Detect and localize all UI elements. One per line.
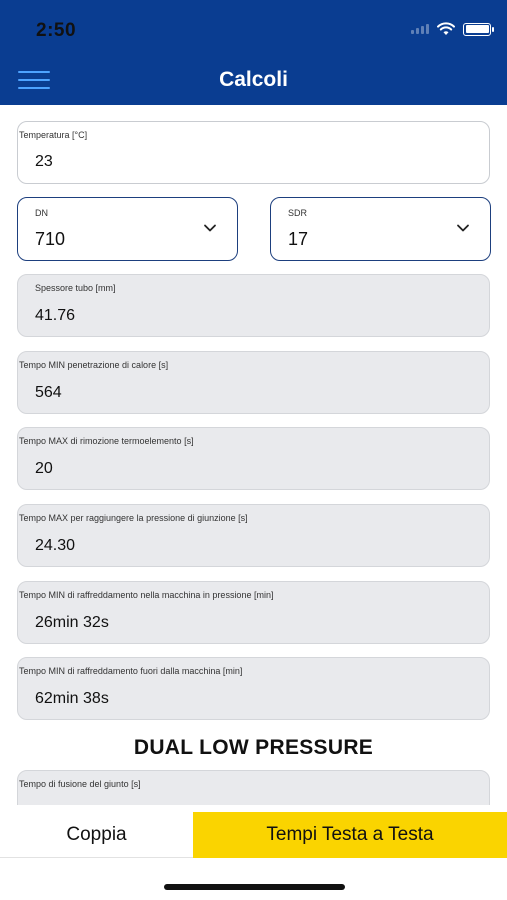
tempo-raffreddamento-in-value: 26min 32s xyxy=(35,614,109,631)
tempo-pressione-label: Tempo MAX per raggiungere la pressione d… xyxy=(19,513,248,523)
dn-value: 710 xyxy=(35,229,66,249)
tempo-raffreddamento-fuori-label: Tempo MIN di raffreddamento fuori dalla … xyxy=(19,666,243,676)
cellular-signal-icon xyxy=(411,24,429,34)
sdr-select[interactable]: SDR 17 xyxy=(270,197,491,261)
chevron-down-icon xyxy=(457,224,469,232)
tempo-rimozione-value: 20 xyxy=(35,460,53,477)
tab-coppia[interactable]: Coppia xyxy=(0,812,193,858)
spessore-label: Spessore tubo [mm] xyxy=(35,283,116,293)
tempo-raffreddamento-in-label: Tempo MIN di raffreddamento nella macchi… xyxy=(19,590,274,600)
section-title-dual-low-pressure: DUAL LOW PRESSURE xyxy=(133,736,374,759)
dn-label: DN xyxy=(35,208,48,218)
sdr-value: 17 xyxy=(288,229,309,249)
tempo-fusione-label: Tempo di fusione del giunto [s] xyxy=(19,779,141,789)
tempo-penetrazione-value: 564 xyxy=(35,384,62,401)
tempo-raffreddamento-fuori-field: Tempo MIN di raffreddamento fuori dalla … xyxy=(17,657,490,720)
tempo-fusione-field: Tempo di fusione del giunto [s] xyxy=(17,770,490,805)
tab-tempi-testa-a-testa[interactable]: Tempi Testa a Testa xyxy=(193,812,507,858)
tempo-raffreddamento-in-field: Tempo MIN di raffreddamento nella macchi… xyxy=(17,581,490,644)
temperatura-value: 23 xyxy=(35,153,53,170)
temperatura-field[interactable]: Temperatura [°C] 23 xyxy=(17,121,490,184)
tempo-pressione-field: Tempo MAX per raggiungere la pressione d… xyxy=(17,504,490,567)
chevron-down-icon xyxy=(204,224,216,232)
wifi-icon xyxy=(437,22,455,35)
tempo-penetrazione-label: Tempo MIN penetrazione di calore [s] xyxy=(19,360,169,370)
battery-icon xyxy=(463,22,494,36)
bottom-tab-bar: Coppia Tempi Testa a Testa xyxy=(0,812,507,858)
tempo-rimozione-field: Tempo MAX di rimozione termoelemento [s]… xyxy=(17,427,490,490)
tempo-pressione-value: 24.30 xyxy=(35,537,76,554)
status-icons xyxy=(411,22,494,36)
app-header: 2:50 Calcoli xyxy=(0,0,507,105)
tempo-rimozione-label: Tempo MAX di rimozione termoelemento [s] xyxy=(19,436,194,446)
page-title: Calcoli xyxy=(219,68,288,91)
spessore-field: Spessore tubo [mm] 41.76 xyxy=(17,274,490,337)
dn-select[interactable]: DN 710 xyxy=(17,197,238,261)
temperatura-label: Temperatura [°C] xyxy=(19,130,88,140)
tempo-raffreddamento-fuori-value: 62min 38s xyxy=(35,690,109,707)
home-indicator[interactable] xyxy=(164,884,345,890)
sdr-label: SDR xyxy=(288,208,308,218)
spessore-value: 41.76 xyxy=(35,307,76,324)
status-time: 2:50 xyxy=(36,20,77,41)
tempo-penetrazione-field: Tempo MIN penetrazione di calore [s] 564 xyxy=(17,351,490,414)
form-scroll-area[interactable]: Temperatura [°C] 23 DN 710 SDR 17 Spesso… xyxy=(0,105,507,805)
